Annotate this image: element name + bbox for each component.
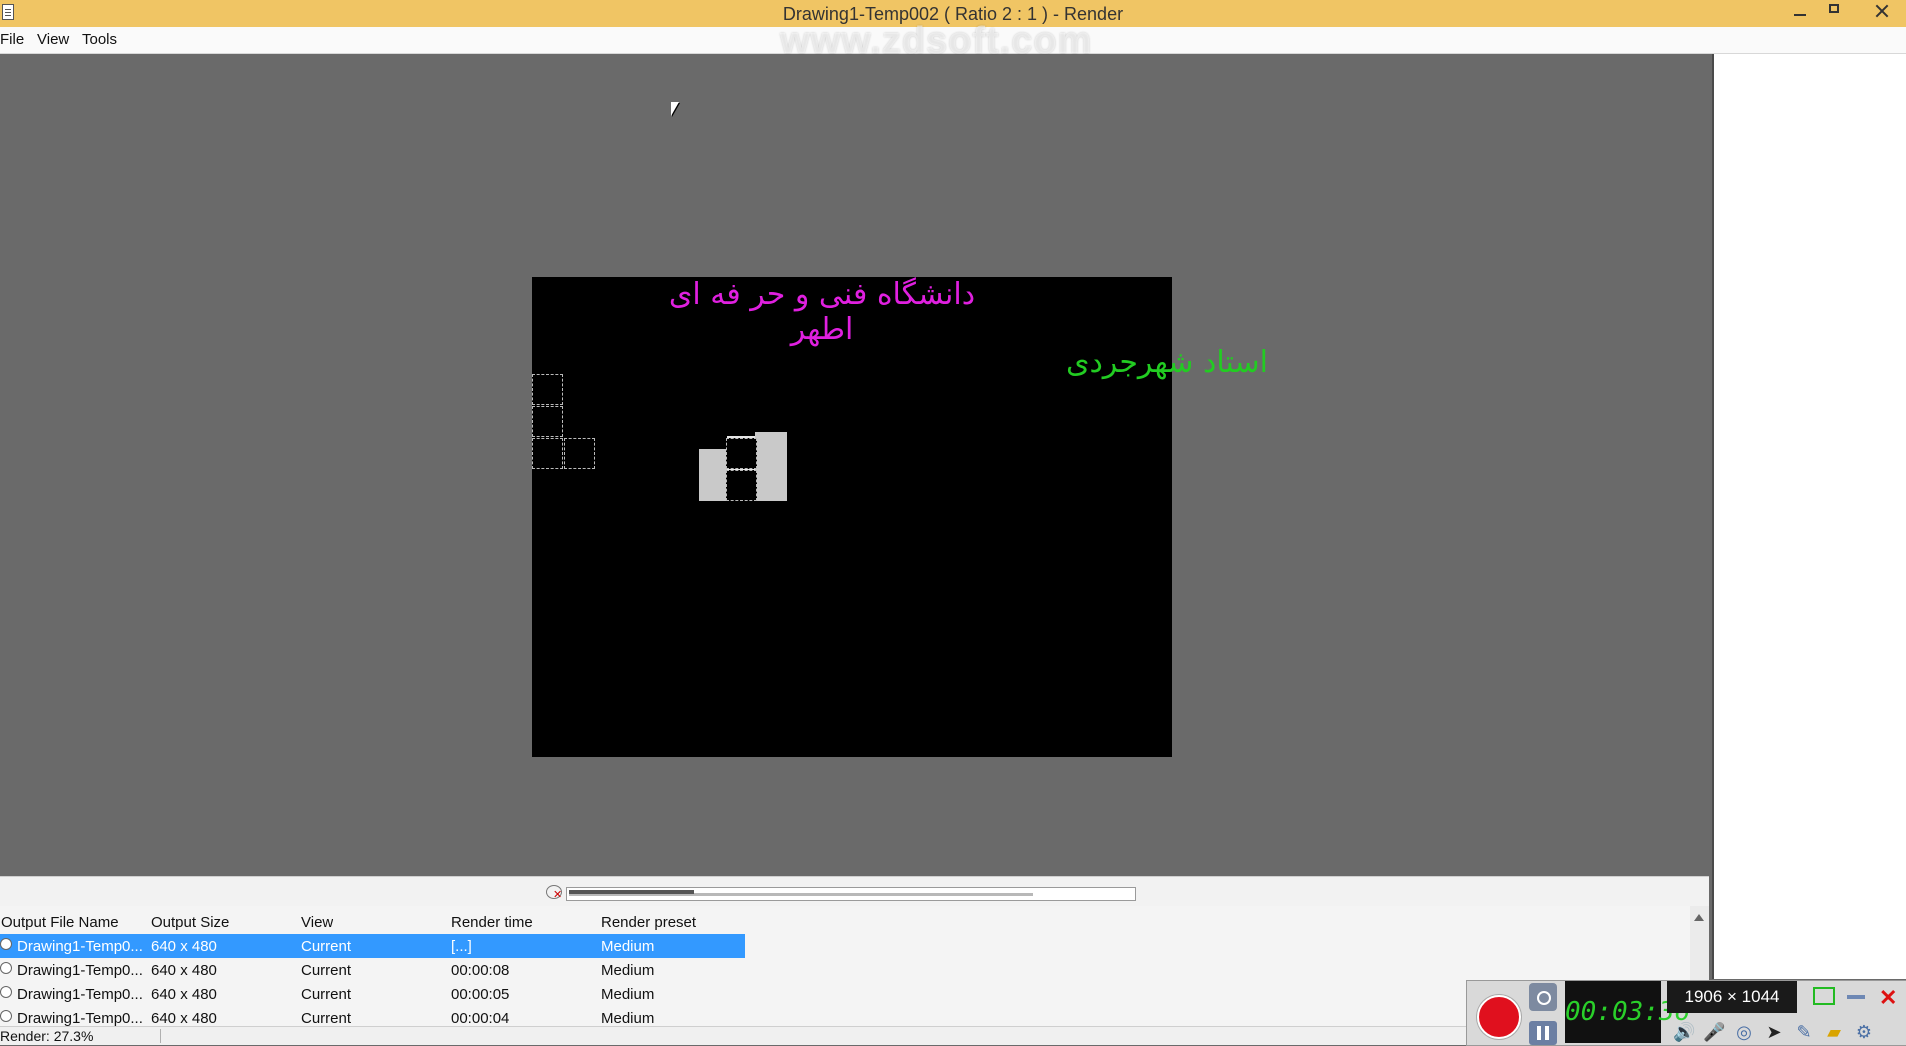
row-output-size: 640 x 480 bbox=[151, 1010, 217, 1026]
queue-row[interactable]: Drawing1-Temp0... 640 x 480 Current 00:0… bbox=[0, 1006, 745, 1026]
camera-icon[interactable] bbox=[1529, 983, 1557, 1011]
column-output-size[interactable]: Output Size bbox=[151, 914, 229, 931]
column-output-file-name[interactable]: Output File Name bbox=[1, 914, 119, 931]
render-tile bbox=[726, 438, 757, 469]
row-render-time: 00:00:08 bbox=[451, 962, 510, 979]
render-job-icon bbox=[0, 938, 12, 950]
watermark: www.zdsoft.com bbox=[780, 20, 1093, 62]
scroll-up-icon[interactable] bbox=[1694, 914, 1704, 921]
settings-gear-icon[interactable]: ⚙ bbox=[1853, 1021, 1875, 1043]
row-view: Current bbox=[301, 986, 352, 1003]
region-select-icon[interactable] bbox=[1813, 987, 1835, 1005]
render-job-icon bbox=[0, 986, 12, 998]
render-tile bbox=[726, 470, 757, 501]
row-render-time: 00:00:04 bbox=[451, 1010, 510, 1026]
row-render-time: [...] bbox=[451, 938, 472, 955]
row-render-time: 00:00:05 bbox=[451, 986, 510, 1003]
render-tile bbox=[532, 438, 563, 469]
row-file-name: Drawing1-Temp0... bbox=[17, 1010, 143, 1026]
row-render-preset: Medium bbox=[601, 986, 655, 1003]
row-file-name: Drawing1-Temp0... bbox=[17, 962, 143, 979]
render-job-icon bbox=[0, 1010, 12, 1022]
row-render-preset: Medium bbox=[601, 1010, 655, 1026]
menu-file[interactable]: File bbox=[0, 31, 24, 48]
row-view: Current bbox=[301, 938, 352, 955]
row-render-preset: Medium bbox=[601, 962, 655, 979]
status-bar: Render: 27.3% bbox=[0, 1026, 1709, 1045]
row-view: Current bbox=[301, 1010, 352, 1026]
capture-dimensions: 1906 × 1044 bbox=[1667, 981, 1797, 1013]
row-file-name: Drawing1-Temp0... bbox=[17, 938, 143, 955]
row-view: Current bbox=[301, 962, 352, 979]
close-recorder-icon[interactable]: ✕ bbox=[1879, 985, 1903, 1010]
progress-fill bbox=[569, 890, 694, 894]
row-output-size: 640 x 480 bbox=[151, 986, 217, 1003]
microphone-icon[interactable]: 🎤 bbox=[1703, 1021, 1725, 1043]
canvas-name-text: استاد شهرجردی bbox=[1065, 345, 1268, 380]
mouse-cursor-icon bbox=[671, 102, 679, 116]
render-job-icon bbox=[0, 962, 12, 974]
status-separator bbox=[160, 1029, 161, 1043]
queue-header: Output File Name Output Size View Render… bbox=[0, 910, 745, 934]
close-button[interactable] bbox=[1858, 0, 1904, 22]
row-render-preset: Medium bbox=[601, 938, 655, 955]
render-tile bbox=[564, 438, 595, 469]
building-shape bbox=[755, 432, 787, 501]
queue-row[interactable]: Drawing1-Temp0... 640 x 480 Current 00:0… bbox=[0, 982, 745, 1006]
row-output-size: 640 x 480 bbox=[151, 938, 217, 955]
menu-view[interactable]: View bbox=[37, 31, 69, 48]
column-render-preset[interactable]: Render preset bbox=[601, 914, 696, 931]
recording-timer: 00:03:36 bbox=[1565, 981, 1690, 1043]
screen-recorder-widget: 00:03:36 1906 × 1044 ✕ 🔊 🎤 ◎ ➤ ✎ ▰ ⚙ bbox=[1466, 980, 1906, 1046]
queue-row[interactable]: Drawing1-Temp0... 640 x 480 Current 00:0… bbox=[0, 958, 745, 982]
queue-row[interactable]: Drawing1-Temp0... 640 x 480 Current [...… bbox=[0, 934, 745, 958]
render-queue: Output File Name Output Size View Render… bbox=[0, 906, 1709, 1026]
maximize-button[interactable] bbox=[1816, 0, 1852, 22]
row-file-name: Drawing1-Temp0... bbox=[17, 986, 143, 1003]
minimize-recorder-icon[interactable] bbox=[1847, 995, 1865, 999]
row-output-size: 640 x 480 bbox=[151, 962, 217, 979]
render-status-text: Render: 27.3% bbox=[0, 1028, 94, 1044]
render-tile bbox=[532, 374, 563, 405]
building-shape bbox=[699, 449, 727, 501]
render-progress-bar bbox=[566, 887, 1136, 901]
speaker-icon[interactable]: 🔊 bbox=[1673, 1021, 1695, 1043]
menu-tools[interactable]: Tools bbox=[82, 31, 117, 48]
canvas-title-text: دانشگاه فنی و حر فه ای اطهر bbox=[668, 277, 976, 347]
progress-splitter[interactable] bbox=[0, 876, 1709, 907]
render-canvas: دانشگاه فنی و حر فه ای اطهر استاد شهرجرد… bbox=[532, 277, 1268, 757]
pause-button[interactable] bbox=[1529, 1021, 1557, 1045]
record-button[interactable] bbox=[1477, 995, 1521, 1039]
pen-icon[interactable]: ✎ bbox=[1793, 1021, 1815, 1043]
render-viewport[interactable]: دانشگاه فنی و حر فه ای اطهر استاد شهرجرد… bbox=[0, 54, 1709, 874]
webcam-icon[interactable]: ◎ bbox=[1733, 1021, 1755, 1043]
column-render-time[interactable]: Render time bbox=[451, 914, 533, 931]
cancel-render-icon[interactable] bbox=[546, 885, 562, 901]
render-tile bbox=[532, 406, 563, 437]
folder-icon[interactable]: ▰ bbox=[1823, 1021, 1845, 1043]
cursor-icon[interactable]: ➤ bbox=[1763, 1021, 1785, 1043]
minimize-button[interactable] bbox=[1782, 0, 1818, 22]
side-panel bbox=[1712, 54, 1906, 979]
column-view[interactable]: View bbox=[301, 914, 333, 931]
